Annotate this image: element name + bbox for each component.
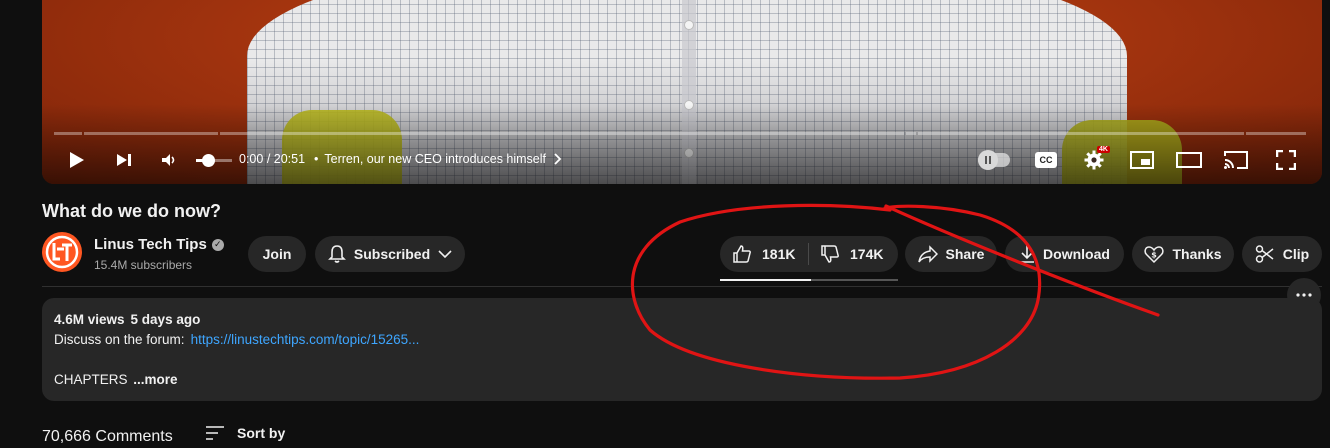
- svg-text:$: $: [1152, 251, 1158, 260]
- chevron-down-icon: [438, 250, 452, 259]
- channel-name-link[interactable]: Linus Tech Tips ✓: [94, 236, 224, 253]
- sort-by-label: Sort by: [237, 425, 286, 441]
- subscribed-label: Subscribed: [353, 246, 431, 262]
- more-horizontal-icon: [1296, 293, 1312, 297]
- sort-by-button[interactable]: Sort by: [205, 425, 285, 441]
- progress-chapter-segment[interactable]: [1246, 132, 1306, 135]
- chapters-line: CHAPTERS ...more: [54, 372, 178, 387]
- volume-slider-handle[interactable]: [202, 154, 215, 167]
- chevron-right-icon: [554, 153, 562, 165]
- miniplayer-icon: [1130, 151, 1154, 169]
- join-button[interactable]: Join: [248, 236, 306, 272]
- pause-icon: [978, 150, 998, 170]
- section-divider: [42, 286, 1322, 287]
- time-display: 0:00 / 20:51: [239, 152, 305, 166]
- download-icon: [1020, 245, 1035, 263]
- view-count: 4.6M views: [54, 312, 125, 327]
- like-dislike-group: 181K 174K: [720, 236, 898, 272]
- share-button[interactable]: Share: [905, 236, 997, 272]
- play-button[interactable]: [64, 142, 88, 178]
- like-dislike-separator: [808, 243, 809, 265]
- progress-chapter-segment[interactable]: [906, 132, 916, 135]
- forum-line: Discuss on the forum: https://linustecht…: [54, 332, 419, 347]
- progress-chapter-segment[interactable]: [918, 132, 1244, 135]
- channel-name: Linus Tech Tips: [94, 236, 207, 253]
- time-current: 0:00: [239, 152, 264, 166]
- share-icon: [917, 245, 938, 263]
- subscriber-count: 15.4M subscribers: [94, 258, 193, 272]
- volume-icon: [162, 154, 175, 166]
- chapter-bullet: •: [314, 152, 319, 166]
- like-ratio-fill: [720, 279, 811, 281]
- clip-button[interactable]: Clip: [1242, 236, 1322, 272]
- share-label: Share: [945, 246, 985, 262]
- quality-badge: 4K: [1097, 146, 1110, 153]
- verified-check-icon: ✓: [211, 238, 224, 251]
- thumbs-down-icon: [821, 245, 839, 263]
- video-player[interactable]: 0:00 / 20:51 • Terren, our new CEO intro…: [42, 0, 1322, 184]
- play-icon: [70, 152, 84, 168]
- download-button[interactable]: Download: [1005, 236, 1124, 272]
- progress-bar[interactable]: [54, 132, 1308, 135]
- player-controls: 0:00 / 20:51 • Terren, our new CEO intro…: [42, 142, 1322, 178]
- theater-icon: [1176, 152, 1202, 168]
- progress-chapter-segment[interactable]: [84, 132, 218, 135]
- mute-button[interactable]: [158, 142, 180, 178]
- skip-next-icon: [117, 154, 131, 166]
- theater-mode-button[interactable]: [1176, 142, 1202, 178]
- gear-icon: [1084, 150, 1104, 170]
- video-title: What do we do now?: [42, 201, 221, 221]
- scissors-icon: [1255, 245, 1274, 263]
- chapter-title-button[interactable]: • Terren, our new CEO introduces himself: [314, 152, 562, 166]
- dislike-count: 174K: [850, 246, 884, 262]
- video-frame-button: [684, 20, 694, 30]
- progress-chapter-segment[interactable]: [220, 132, 904, 135]
- chapters-faded-text: [128, 372, 132, 387]
- time-separator: /: [263, 152, 274, 166]
- view-stats: 4.6M views 5 days ago: [54, 312, 200, 327]
- thumbs-up-icon: [733, 245, 751, 263]
- like-button[interactable]: 181K: [720, 236, 808, 272]
- subscribed-button[interactable]: Subscribed: [315, 236, 465, 272]
- forum-text: Discuss on the forum:: [54, 332, 185, 347]
- chapter-title: Terren, our new CEO introduces himself: [324, 152, 547, 166]
- chapters-text: CHAPTERS: [54, 372, 128, 387]
- upload-age: 5 days ago: [130, 312, 201, 327]
- clip-label: Clip: [1282, 246, 1310, 262]
- subtitles-button[interactable]: CC: [1035, 152, 1057, 168]
- cast-icon: [1224, 151, 1248, 169]
- miniplayer-button[interactable]: [1129, 142, 1155, 178]
- time-total: 20:51: [273, 152, 306, 166]
- sort-icon: [206, 426, 224, 440]
- join-label: Join: [262, 246, 292, 262]
- like-count: 181K: [762, 246, 796, 262]
- ltt-logo-icon: [45, 235, 79, 269]
- description-box[interactable]: 4.6M views 5 days ago Discuss on the for…: [42, 298, 1322, 401]
- heart-dollar-icon: $: [1144, 246, 1165, 264]
- thanks-button[interactable]: $ Thanks: [1132, 236, 1234, 272]
- fullscreen-button[interactable]: [1274, 142, 1298, 178]
- dislike-button[interactable]: 174K: [808, 236, 898, 272]
- thanks-label: Thanks: [1172, 246, 1222, 262]
- show-more-button[interactable]: ...more: [133, 372, 177, 387]
- channel-avatar[interactable]: [42, 232, 82, 272]
- forum-link[interactable]: https://linustechtips.com/topic/15265...: [191, 332, 420, 347]
- autoplay-toggle[interactable]: [978, 150, 1010, 170]
- download-label: Download: [1043, 246, 1110, 262]
- comment-count: 70,666 Comments: [42, 428, 173, 445]
- fullscreen-icon: [1276, 150, 1296, 170]
- cast-button[interactable]: [1222, 142, 1250, 178]
- bell-icon: [327, 245, 346, 263]
- progress-chapter-segment[interactable]: [54, 132, 82, 135]
- like-ratio-bar: [720, 279, 898, 281]
- next-button[interactable]: [112, 142, 136, 178]
